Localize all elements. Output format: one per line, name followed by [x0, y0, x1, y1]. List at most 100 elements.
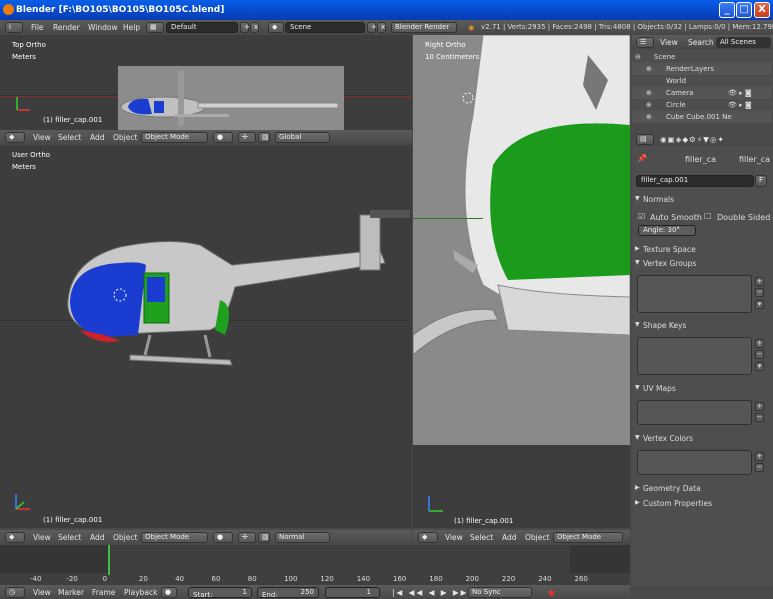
layout-remove-button[interactable]: x: [250, 22, 259, 33]
manipulator-button[interactable]: ▧: [258, 532, 270, 543]
outliner-item-camera[interactable]: ⊕ Camera 👁 ▸ ◙: [632, 87, 771, 99]
outliner-item-world[interactable]: World: [632, 75, 771, 87]
editor-type-button[interactable]: ◷: [5, 587, 25, 598]
menu-render[interactable]: Render: [53, 23, 80, 32]
scene-remove-button[interactable]: x: [377, 22, 386, 33]
pivot-button[interactable]: ✢: [238, 132, 256, 143]
maximize-button[interactable]: □: [736, 2, 752, 18]
add-button[interactable]: +: [755, 452, 764, 461]
outliner-item-renderlayers[interactable]: ⊕ RenderLayers: [632, 63, 771, 75]
properties-context-icons[interactable]: ◉▣◈◆⚙⚡▼◎✦: [660, 135, 725, 144]
editor-type-button[interactable]: ☰: [636, 37, 654, 48]
menu-add[interactable]: Add: [502, 533, 517, 542]
minimize-button[interactable]: _: [719, 2, 735, 18]
start-frame-field[interactable]: Start: 1: [188, 587, 252, 599]
remove-button[interactable]: −: [755, 463, 764, 472]
layout-add-button[interactable]: +: [240, 22, 250, 33]
timeline-area[interactable]: [0, 545, 630, 585]
menu-view[interactable]: View: [445, 533, 463, 542]
auto-keying-icon[interactable]: ●: [548, 588, 555, 597]
outliner-tab-search[interactable]: Search: [688, 38, 714, 47]
editor-type-button[interactable]: ▤: [636, 134, 654, 145]
menu-object[interactable]: Object: [525, 533, 549, 542]
orientation-select[interactable]: Normal: [275, 532, 330, 543]
editor-type-button[interactable]: i: [5, 22, 23, 33]
uv-maps-list[interactable]: [637, 400, 752, 425]
shape-keys-list[interactable]: [637, 337, 752, 375]
outliner-header: ☰ View Search All Scenes: [632, 35, 773, 50]
menu-add[interactable]: Add: [90, 133, 105, 142]
vertex-colors-list[interactable]: [637, 450, 752, 475]
vertex-groups-list[interactable]: [637, 275, 752, 313]
scene-icon-button[interactable]: ◆: [268, 22, 284, 33]
menu-object[interactable]: Object: [113, 533, 137, 542]
editor-type-button[interactable]: ◆: [5, 532, 25, 543]
shading-button[interactable]: ●: [213, 132, 233, 143]
scene-field[interactable]: Scene: [285, 22, 365, 33]
menu-button[interactable]: ▾: [755, 362, 764, 371]
menu-playback[interactable]: Playback: [124, 588, 157, 597]
menu-file[interactable]: File: [31, 23, 44, 32]
render-engine-select[interactable]: Blender Render: [391, 22, 457, 33]
layout-icon-button[interactable]: ▦: [146, 22, 164, 33]
menu-button[interactable]: ▾: [755, 300, 764, 309]
manipulator-button[interactable]: ▧: [258, 132, 270, 143]
menu-view[interactable]: View: [33, 133, 51, 142]
mesh-name-field[interactable]: filler_cap.001: [636, 175, 754, 187]
menu-select[interactable]: Select: [58, 533, 81, 542]
pin-icon[interactable]: 📌: [637, 154, 647, 163]
menu-select[interactable]: Select: [58, 133, 81, 142]
current-frame-indicator[interactable]: [108, 545, 110, 575]
menu-view[interactable]: View: [33, 588, 51, 597]
current-frame-field[interactable]: 1: [325, 587, 380, 598]
outliner-item-scene[interactable]: ⊖ Scene: [632, 51, 771, 63]
editor-type-button[interactable]: ◆: [418, 532, 438, 543]
remove-button[interactable]: −: [755, 350, 764, 359]
menu-object[interactable]: Object: [113, 133, 137, 142]
remove-button[interactable]: −: [755, 413, 764, 422]
editor-type-button[interactable]: ◆: [5, 132, 25, 143]
record-button[interactable]: ●: [161, 587, 177, 598]
menu-marker[interactable]: Marker: [58, 588, 84, 597]
menu-window[interactable]: Window: [88, 23, 118, 32]
mode-select[interactable]: Object Mode: [141, 532, 208, 543]
close-button[interactable]: X: [754, 2, 770, 18]
outliner-tab-view[interactable]: View: [660, 38, 678, 47]
panel-uv-maps-header[interactable]: ▼ UV Maps: [632, 382, 771, 396]
panel-texture-space-header[interactable]: ▶ Texture Space: [632, 243, 771, 257]
menu-frame[interactable]: Frame: [92, 588, 115, 597]
viewport-right-ortho[interactable]: Right Ortho 10 Centimeters (1) filler_ca…: [413, 35, 630, 528]
menu-select[interactable]: Select: [470, 533, 493, 542]
panel-vertex-groups-header[interactable]: ▼ Vertex Groups: [632, 257, 771, 271]
auto-smooth-checkbox[interactable]: ☑: [638, 212, 645, 221]
remove-button[interactable]: −: [755, 288, 764, 297]
shading-button[interactable]: ●: [213, 532, 233, 543]
angle-field[interactable]: Angle: 30°: [638, 225, 696, 236]
viewport-user-ortho[interactable]: User Ortho Meters (1) filler_cap.001: [0, 145, 412, 528]
panel-geometry-data-header[interactable]: ▶ Geometry Data: [632, 482, 771, 496]
mode-select[interactable]: Object Mode: [553, 532, 623, 543]
menu-help[interactable]: Help: [123, 23, 140, 32]
orientation-select[interactable]: Global: [275, 132, 330, 143]
add-button[interactable]: +: [755, 339, 764, 348]
panel-vertex-colors-header[interactable]: ▼ Vertex Colors: [632, 432, 771, 446]
fake-user-button[interactable]: F: [755, 175, 767, 187]
outliner-filter-select[interactable]: All Scenes: [716, 37, 771, 48]
panel-shape-keys-header[interactable]: ▼ Shape Keys: [632, 319, 771, 333]
outliner-item-cube[interactable]: ⊕ Cube Cube.001 Ne: [632, 111, 771, 123]
sync-select[interactable]: No Sync: [468, 587, 532, 598]
menu-view[interactable]: View: [33, 533, 51, 542]
end-frame-field[interactable]: End: 250: [257, 587, 319, 599]
pivot-button[interactable]: ✢: [238, 532, 256, 543]
outliner-item-circle[interactable]: ⊕ Circle 👁 ▸ ◙: [632, 99, 771, 111]
layout-field[interactable]: Default: [166, 22, 238, 33]
menu-add[interactable]: Add: [90, 533, 105, 542]
mode-select[interactable]: Object Mode: [141, 132, 208, 143]
add-button[interactable]: +: [755, 402, 764, 411]
panel-custom-properties-header[interactable]: ▶ Custom Properties: [632, 497, 771, 511]
scene-add-button[interactable]: +: [367, 22, 377, 33]
double-sided-checkbox[interactable]: ☐: [704, 212, 711, 221]
add-button[interactable]: +: [755, 277, 764, 286]
panel-normals-header[interactable]: ▼ Normals: [632, 193, 771, 207]
viewport-top-ortho[interactable]: Top Ortho Meters (1) filler_cap.001: [0, 35, 412, 130]
